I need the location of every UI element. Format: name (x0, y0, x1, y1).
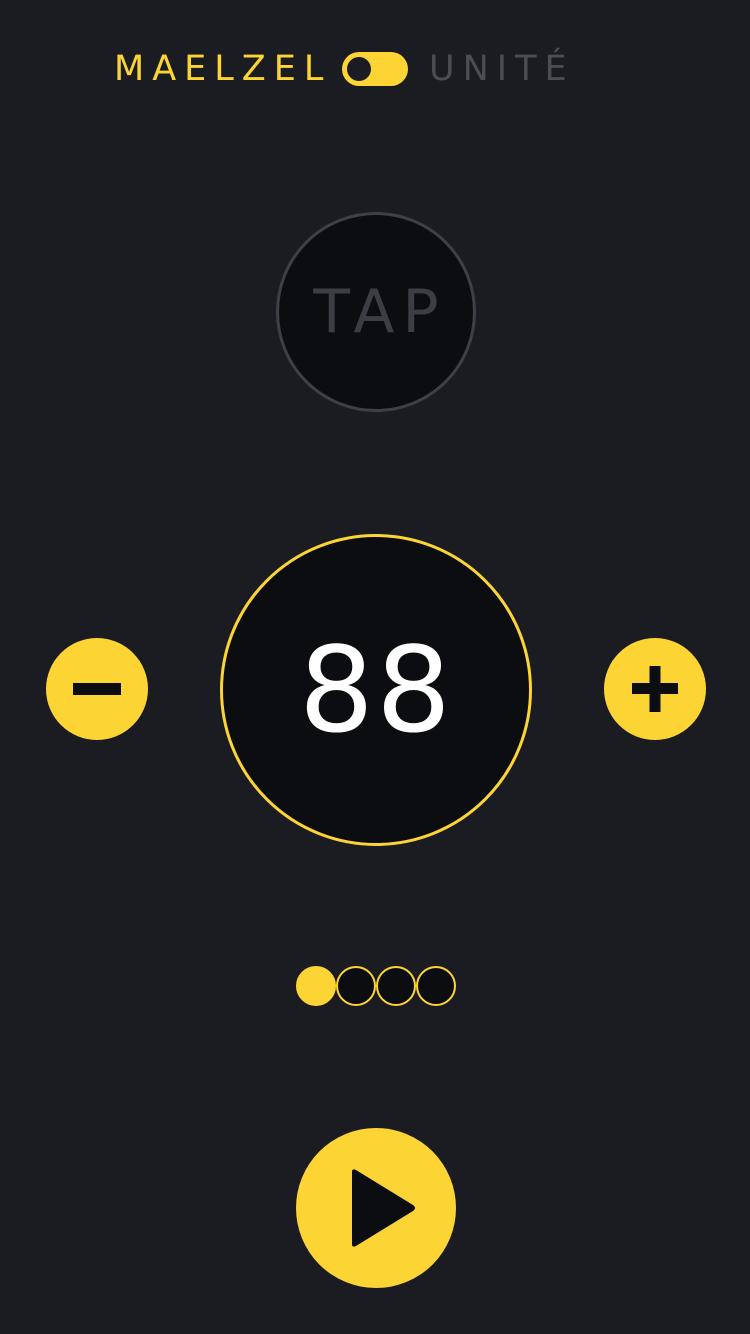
decrease-tempo-button[interactable] (46, 638, 148, 740)
tempo-value: 88 (298, 621, 454, 759)
toggle-knob (347, 57, 371, 81)
tempo-dial[interactable]: 88 (220, 534, 532, 846)
play-button[interactable] (296, 1128, 456, 1288)
mode-label-unite[interactable]: UNITÉ (429, 46, 575, 92)
metronome-screen: MAELZEL UNITÉ TAP 88 (0, 0, 750, 1334)
mode-toggle-switch[interactable] (342, 52, 408, 86)
beat-dot-3[interactable] (376, 966, 416, 1006)
play-icon (352, 1169, 415, 1247)
minus-icon (73, 683, 121, 695)
mode-label-maelzel[interactable]: MAELZEL (114, 46, 331, 92)
tap-tempo-button[interactable]: TAP (276, 212, 476, 412)
tap-label: TAP (313, 277, 447, 347)
plus-icon (632, 666, 678, 712)
beat-dot-2[interactable] (336, 966, 376, 1006)
beat-dot-4[interactable] (416, 966, 456, 1006)
increase-tempo-button[interactable] (604, 638, 706, 740)
beat-dot-1[interactable] (296, 966, 336, 1006)
